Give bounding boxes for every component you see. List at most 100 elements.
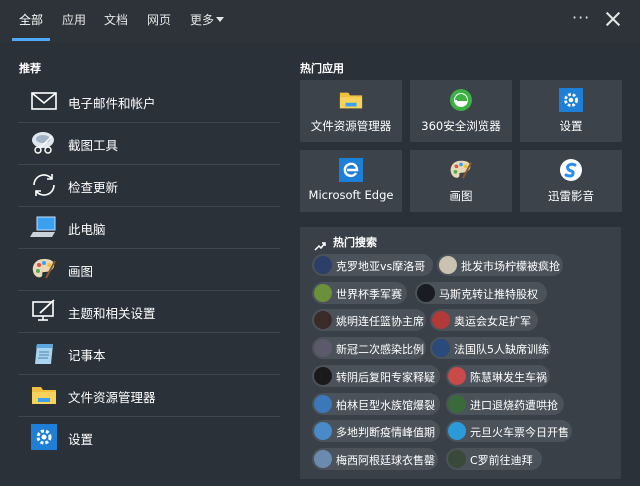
snipping-tool-icon [30,130,58,156]
thumbnail-icon [448,395,466,413]
trending-icon [314,236,326,251]
thumbnail-icon [417,284,435,302]
hot-search-label: 元旦火车票今日开售 [470,426,569,439]
thumbnail-icon [314,256,332,274]
recommended-item-notepad[interactable]: 记事本 [18,332,280,374]
recommended-item-snipping-tool[interactable]: 截图工具 [18,122,280,164]
recommended-item-label: 此电脑 [68,222,106,237]
browser-360-icon [448,88,474,112]
hot-apps-title: 热门应用 [300,62,344,75]
hot-app-label: Microsoft Edge [308,188,394,202]
hot-search-chip[interactable]: 梅西阿根廷球衣售罄 [312,448,438,470]
recommended-title: 推荐 [19,62,41,75]
hot-search-label: 柏林巨型水族馆爆裂 [336,399,435,412]
hot-search-chip[interactable]: 法国队5人缺席训练 [430,337,551,359]
hot-search-chip[interactable]: 陈慧琳发生车祸 [446,365,550,387]
hot-search-label: 转阴后复阳专家释疑 [336,371,435,384]
hot-app-paint[interactable]: 画图 [410,150,512,212]
edge-icon [338,158,364,182]
hot-search-label: 姚明连任篮协主席 [336,315,424,328]
hot-search-label: 马斯克转让推特股权 [439,288,538,301]
recommended-item-file-explorer[interactable]: 文件资源管理器 [18,374,280,416]
hot-search-chip[interactable]: 进口退烧药遭哄抢 [446,393,564,415]
hot-app-label: 文件资源管理器 [310,119,392,133]
recommended-item-label: 截图工具 [68,138,119,153]
hot-app-label: 画图 [449,189,473,203]
hot-app-microsoft-edge[interactable]: Microsoft Edge [300,150,402,212]
folder-icon [30,382,58,408]
thumbnail-icon [448,450,466,468]
xunlei-icon [558,158,584,182]
thumbnail-icon [314,311,332,329]
recommended-item-settings[interactable]: 设置 [18,416,280,458]
thumbnail-icon [314,367,332,385]
thumbnail-icon [439,256,457,274]
thumbnail-icon [448,367,466,385]
hot-search-chip[interactable]: 姚明连任篮协主席 [312,309,426,331]
thumbnail-icon [448,422,466,440]
thumbnail-icon [432,311,450,329]
mail-icon [30,88,58,114]
recommended-item-email[interactable]: 电子邮件和帐户 [18,80,280,122]
tab-apps[interactable]: 应用 [62,12,86,32]
hot-app-file-explorer[interactable]: 文件资源管理器 [300,80,402,142]
tab-web[interactable]: 网页 [147,12,171,32]
computer-icon [30,214,58,240]
hot-app-xunlei-player[interactable]: 迅雷影音 [520,150,622,212]
more-options-icon[interactable]: ··· [572,8,590,27]
tab-all[interactable]: 全部 [19,12,43,32]
hot-search-label: 世界杯季军赛 [336,288,402,301]
hot-app-label: 迅雷影音 [548,189,594,203]
hot-search-label: C罗前往迪拜 [470,454,533,467]
thumbnail-icon [314,422,332,440]
active-tab-indicator [12,38,50,41]
hot-app-label: 360安全浏览器 [421,119,501,133]
hot-search-chip[interactable]: 元旦火车票今日开售 [446,420,572,442]
hot-search-label: 奥运会女足扩军 [454,315,531,328]
tab-more[interactable]: 更多 [190,12,214,32]
hot-search-chip[interactable]: 批发市场柠檬被疯抢 [437,254,563,276]
notepad-icon [30,340,58,366]
thumbnail-icon [314,395,332,413]
chevron-down-icon[interactable] [216,17,224,22]
hot-search-chip[interactable]: 柏林巨型水族馆爆裂 [312,393,440,415]
thumbnail-icon [314,450,332,468]
hot-app-settings[interactable]: 设置 [520,80,622,142]
recommended-item-label: 画图 [68,264,94,279]
recommended-item-label: 记事本 [68,348,106,363]
hot-search-chip[interactable]: 克罗地亚vs摩洛哥 [312,254,433,276]
hot-search-label: 梅西阿根廷球衣售罄 [336,454,435,467]
top-bar: 全部 应用 文档 网页 更多 ··· [0,0,640,42]
paint-palette-icon [30,256,58,282]
gear-icon [558,88,584,112]
hot-search-chip[interactable]: 世界杯季军赛 [312,282,407,304]
recommended-item-theme-settings[interactable]: 主题和相关设置 [18,290,280,332]
recommended-item-this-pc[interactable]: 此电脑 [18,206,280,248]
gear-icon [30,424,58,450]
thumbnail-icon [432,339,450,357]
recommended-item-paint[interactable]: 画图 [18,248,280,290]
hot-app-360-browser[interactable]: 360安全浏览器 [410,80,512,142]
hot-search-label: 陈慧琳发生车祸 [470,371,547,384]
hot-search-label: 克罗地亚vs摩洛哥 [336,260,426,273]
tab-documents[interactable]: 文档 [104,12,128,32]
recommended-item-check-updates[interactable]: 检查更新 [18,164,280,206]
hot-search-label: 多地判断疫情峰值期 [336,426,435,439]
hot-search-label: 批发市场柠檬被疯抢 [461,260,560,273]
recommended-item-label: 电子邮件和帐户 [68,96,156,111]
hot-search-chip[interactable]: 新冠二次感染比例 [312,337,426,359]
hot-search-chip[interactable]: 转阴后复阳专家释疑 [312,365,440,387]
hot-search-chip[interactable]: 奥运会女足扩军 [430,309,538,331]
hot-search-chip[interactable]: C罗前往迪拜 [446,448,542,470]
thumbnail-icon [314,339,332,357]
hot-search-title: 热门搜索 [333,236,377,249]
recommended-item-label: 文件资源管理器 [68,390,156,405]
thumbnail-icon [314,284,332,302]
sync-icon [30,172,58,198]
hot-search-chip[interactable]: 马斯克转让推特股权 [415,282,547,304]
close-icon[interactable] [604,10,622,28]
hot-search-chip[interactable]: 多地判断疫情峰值期 [312,420,440,442]
recommended-item-label: 设置 [68,432,94,447]
recommended-item-label: 主题和相关设置 [68,306,156,321]
hot-search-panel: 热门搜索 克罗地亚vs摩洛哥 批发市场柠檬被疯抢 世界杯季军赛 马斯克转让推特股… [300,227,621,479]
